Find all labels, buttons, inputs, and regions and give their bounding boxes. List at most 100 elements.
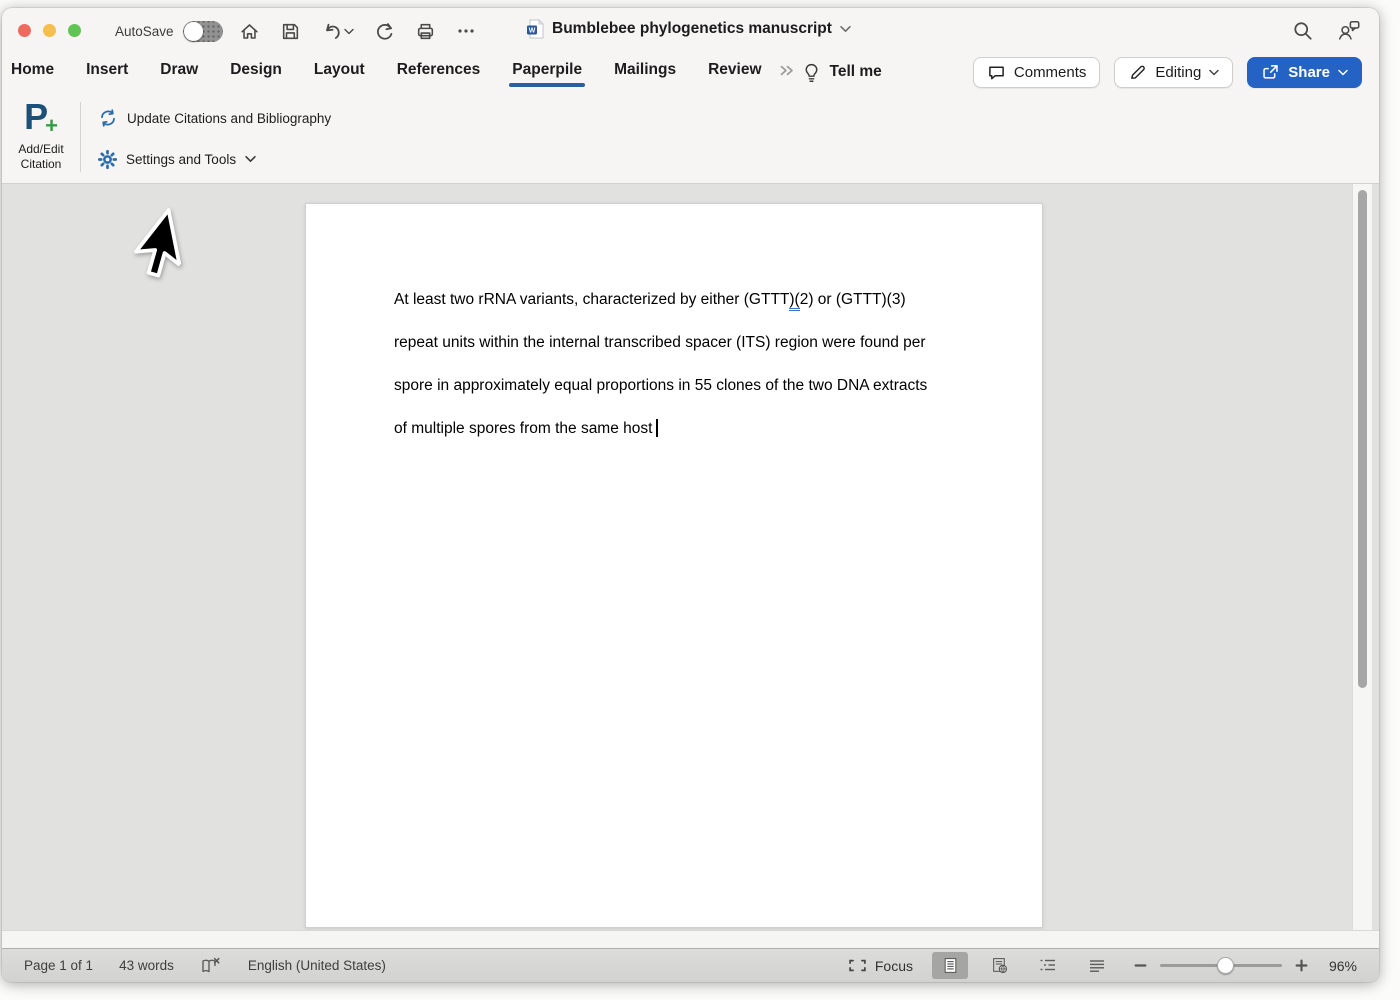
- line1-pre: At least two rRNA variants, characterize…: [394, 291, 789, 308]
- more-options-icon[interactable]: [453, 18, 479, 44]
- focus-icon: [848, 958, 867, 973]
- tell-me[interactable]: Tell me: [830, 63, 882, 81]
- paragraph-line-2[interactable]: repeat units within the internal transcr…: [394, 321, 974, 364]
- autosave-control: AutoSave: [115, 21, 223, 42]
- print-icon[interactable]: [412, 18, 438, 44]
- logo-letter: P: [24, 96, 47, 138]
- line3-text: spore in approximately equal proportions…: [394, 377, 927, 394]
- tab-references[interactable]: References: [396, 57, 482, 87]
- tab-layout[interactable]: Layout: [313, 57, 366, 87]
- undo-dropdown-chevron-icon: [344, 28, 354, 35]
- tab-review[interactable]: Review: [707, 57, 762, 87]
- svg-text:W: W: [529, 27, 536, 34]
- document-page[interactable]: At least two rRNA variants, characterize…: [305, 203, 1043, 928]
- comments-label: Comments: [1014, 64, 1087, 81]
- print-layout-view-button[interactable]: [932, 952, 968, 979]
- pencil-icon: [1128, 63, 1147, 82]
- redo-button[interactable]: [371, 18, 397, 44]
- draft-view-button[interactable]: [1079, 952, 1115, 979]
- mouse-cursor: [140, 212, 188, 286]
- proofing-status-icon[interactable]: [200, 957, 222, 975]
- editing-label: Editing: [1155, 64, 1201, 81]
- update-citations-button[interactable]: Update Citations and Bibliography: [98, 106, 331, 130]
- zoom-percentage[interactable]: 96%: [1321, 958, 1357, 974]
- outline-view-icon: [1039, 958, 1057, 973]
- update-citations-label: Update Citations and Bibliography: [127, 111, 331, 126]
- editing-chevron-icon: [1209, 69, 1219, 76]
- undo-button[interactable]: [318, 18, 356, 44]
- gear-icon: [98, 150, 117, 169]
- comments-button[interactable]: Comments: [973, 57, 1101, 88]
- print-layout-icon: [942, 957, 959, 974]
- focus-label: Focus: [875, 958, 913, 974]
- page-indicator[interactable]: Page 1 of 1: [24, 958, 93, 973]
- draft-view-icon: [1088, 959, 1106, 973]
- vertical-scrollbar-thumb[interactable]: [1358, 190, 1367, 688]
- paperpile-ribbon: P+ Add/Edit Citation Update Citations an…: [2, 90, 1379, 184]
- zoom-out-button[interactable]: [1134, 959, 1147, 972]
- traffic-lights: [18, 24, 81, 37]
- paragraph-line-3[interactable]: spore in approximately equal proportions…: [394, 364, 974, 407]
- language-indicator[interactable]: English (United States): [248, 958, 386, 973]
- web-layout-view-button[interactable]: [981, 952, 1017, 979]
- tab-insert[interactable]: Insert: [85, 57, 129, 87]
- toggle-knob: [184, 22, 203, 41]
- text-caret: [656, 419, 658, 437]
- word-window: AutoSave W B: [2, 8, 1379, 982]
- autosave-label: AutoSave: [115, 24, 174, 39]
- focus-mode-button[interactable]: Focus: [848, 958, 913, 974]
- minimize-button[interactable]: [43, 24, 56, 37]
- title-dropdown-chevron-icon: [840, 25, 851, 33]
- ribbon-divider: [80, 102, 81, 172]
- paragraph-line-1[interactable]: At least two rRNA variants, characterize…: [394, 278, 974, 321]
- tab-draw[interactable]: Draw: [159, 57, 199, 87]
- horizontal-scrollbar-track[interactable]: [2, 930, 1379, 948]
- zoom-in-button[interactable]: [1295, 959, 1308, 972]
- paperpile-logo-icon: P+: [8, 96, 74, 140]
- status-bar: Page 1 of 1 43 words English (United Sta…: [2, 948, 1379, 982]
- comment-bubble-icon: [987, 64, 1006, 81]
- outline-view-button[interactable]: [1030, 952, 1066, 979]
- share-button[interactable]: Share: [1247, 57, 1362, 88]
- share-icon: [1261, 63, 1280, 81]
- settings-and-tools-label: Settings and Tools: [126, 152, 236, 167]
- zoom-slider[interactable]: [1160, 957, 1282, 974]
- add-edit-citation-button[interactable]: P+ Add/Edit Citation: [8, 96, 74, 172]
- autosave-toggle[interactable]: [183, 21, 223, 42]
- document-text[interactable]: At least two rRNA variants, characterize…: [394, 278, 974, 450]
- add-edit-citation-label-line2: Citation: [8, 157, 74, 172]
- grammar-flagged-text[interactable]: )(: [789, 291, 799, 311]
- settings-and-tools-button[interactable]: Settings and Tools: [98, 147, 256, 171]
- document-title: Bumblebee phylogenetics manuscript: [552, 20, 832, 38]
- word-doc-icon: W: [526, 19, 544, 39]
- document-canvas: At least two rRNA variants, characterize…: [2, 184, 1379, 930]
- document-title-menu[interactable]: W Bumblebee phylogenetics manuscript: [526, 19, 851, 39]
- lightbulb-icon: [803, 62, 820, 83]
- home-icon[interactable]: [236, 18, 262, 44]
- tab-overflow-icon[interactable]: [779, 63, 795, 81]
- sync-icon: [98, 108, 118, 128]
- search-icon[interactable]: [1292, 20, 1314, 47]
- feedback-contact-icon[interactable]: [1336, 19, 1361, 47]
- line1-post: 2) or (GTTT)(3): [800, 291, 906, 308]
- word-count[interactable]: 43 words: [119, 958, 174, 973]
- tab-home[interactable]: Home: [10, 57, 55, 87]
- vertical-scrollbar-track[interactable]: [1352, 184, 1372, 930]
- fullscreen-button[interactable]: [68, 24, 81, 37]
- close-button[interactable]: [18, 24, 31, 37]
- tab-mailings[interactable]: Mailings: [613, 57, 677, 87]
- zoom-slider-thumb[interactable]: [1217, 957, 1234, 974]
- paragraph-line-4[interactable]: of multiple spores from the same host: [394, 407, 974, 450]
- share-label: Share: [1288, 64, 1330, 81]
- add-edit-citation-label-line1: Add/Edit: [8, 142, 74, 157]
- ribbon-tab-row: Home Insert Draw Design Layout Reference…: [2, 54, 1379, 90]
- settings-chevron-icon: [245, 155, 256, 163]
- titlebar: AutoSave W B: [2, 8, 1379, 54]
- tab-design[interactable]: Design: [229, 57, 283, 87]
- share-chevron-icon: [1338, 69, 1348, 76]
- editing-mode-button[interactable]: Editing: [1114, 57, 1233, 88]
- save-icon[interactable]: [277, 18, 303, 44]
- tab-paperpile[interactable]: Paperpile: [511, 57, 583, 87]
- line2-text: repeat units within the internal transcr…: [394, 334, 926, 351]
- line4-text: of multiple spores from the same host: [394, 420, 652, 437]
